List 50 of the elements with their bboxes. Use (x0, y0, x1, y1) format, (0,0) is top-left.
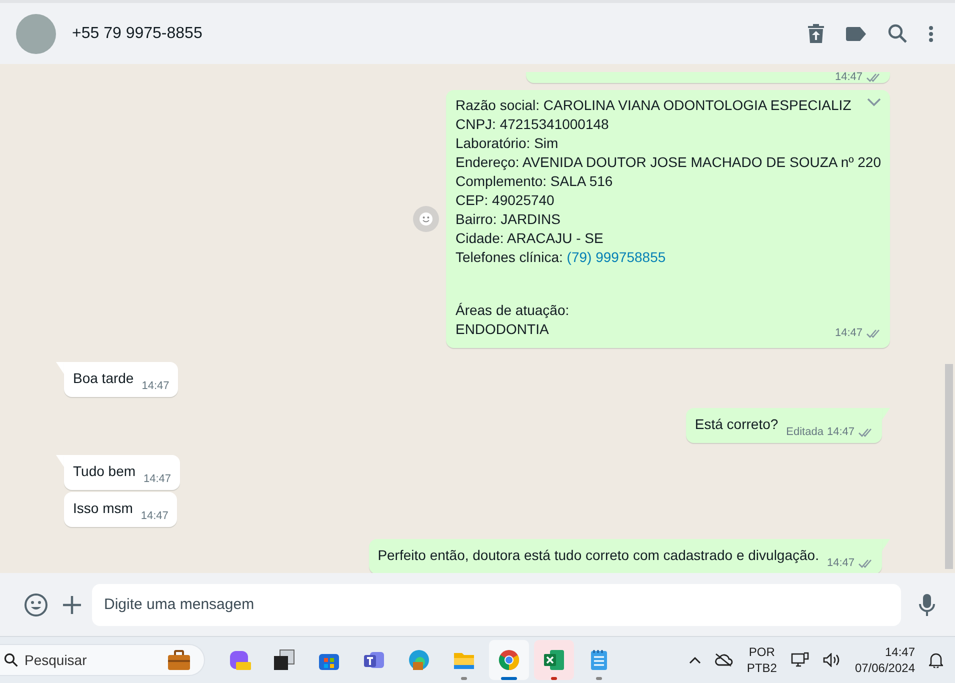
message-text: Isso msm (73, 498, 133, 518)
message-time: 14:47 (144, 472, 172, 487)
language-indicator[interactable]: POR PTB2 (746, 644, 777, 676)
bell-icon[interactable] (929, 652, 943, 668)
microphone-icon[interactable] (919, 594, 935, 616)
message-line: Razão social: CAROLINA VIANA ODONTOLOGIA ESPECIALIZ (455, 96, 852, 115)
cloud-off-icon[interactable] (714, 653, 733, 667)
search-icon[interactable] (888, 24, 907, 43)
message-line: CEP: 49025740 (455, 191, 554, 210)
label-icon[interactable] (846, 26, 866, 40)
message-time: 14:47 (140, 509, 168, 524)
message-line: ENDODONTIA (455, 320, 549, 339)
plus-icon[interactable] (62, 594, 82, 614)
message-text: Perfeito então, doutora está tudo correto com cadastrado e divulgação. (378, 546, 819, 565)
message-time: 14:47 (826, 425, 854, 440)
clock[interactable]: 14:47 07/06/2024 (854, 644, 915, 676)
spreadsheet-icon[interactable] (534, 640, 574, 680)
chevron-down-icon[interactable] (867, 98, 881, 107)
chevron-up-icon[interactable] (688, 656, 701, 664)
message-input[interactable]: Digite uma mensagem (92, 584, 901, 626)
search-placeholder: Pesquisar (24, 650, 87, 670)
search-field[interactable]: Pesquisar (0, 644, 205, 676)
message-line: CNPJ: 47215341000148 (455, 115, 609, 134)
edited-label: Editada (786, 425, 824, 440)
message-line: Laboratório: Sim (455, 134, 558, 153)
emoji-icon (419, 212, 434, 226)
message-line: Endereço: AVENIDA DOUTOR JOSE MACHADO DE SOUZA nº 220 (455, 153, 881, 172)
message-text: Tudo bem (73, 462, 136, 480)
scrollbar[interactable] (945, 364, 953, 569)
message-line: Complemento: SALA 516 (455, 172, 613, 191)
message-time: 14:47 (834, 326, 862, 341)
message-time: 14:47 (834, 72, 862, 83)
message-time: 14:47 (142, 379, 170, 394)
search-icon (4, 653, 18, 667)
message-line: Bairro: JARDINS (455, 210, 561, 229)
message-text: Está correto? (694, 414, 778, 434)
message-time: 14:47 (826, 556, 854, 571)
trash-icon[interactable] (808, 24, 824, 43)
message-line: Cidade: ARACAJU - SE (455, 229, 604, 248)
message-text: Boa tarde (73, 368, 134, 388)
briefcase-icon (168, 650, 190, 670)
network-icon[interactable] (790, 652, 809, 668)
phone-link[interactable]: (79) 999758855 (566, 249, 666, 265)
speaker-icon[interactable] (822, 653, 841, 667)
emoji-icon[interactable] (24, 592, 48, 616)
contact-name[interactable]: +55 79 9975-8855 (72, 22, 202, 46)
message-line: Áreas de atuação: (455, 301, 570, 320)
menu-icon[interactable] (929, 26, 933, 42)
chrome-icon[interactable] (489, 640, 529, 680)
message-line: Telefones clínica: (79) 999758855 (455, 248, 666, 267)
